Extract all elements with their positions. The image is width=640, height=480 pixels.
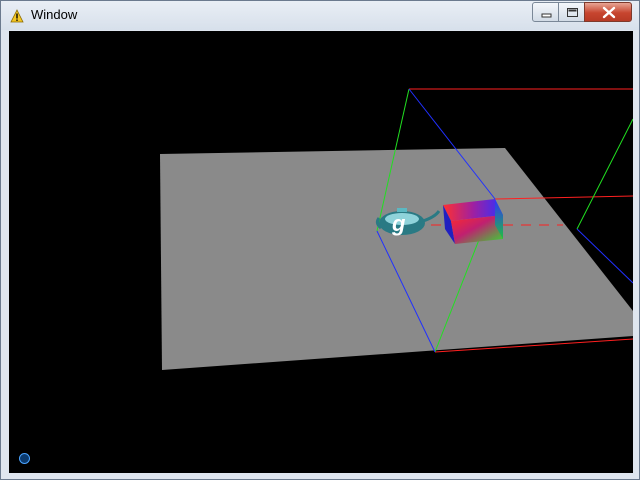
maximize-button[interactable] [558, 2, 585, 22]
render-viewport[interactable]: g [9, 31, 633, 473]
axis-line-green-right [576, 118, 633, 230]
app-window: Window g [0, 0, 640, 480]
rgb-cube [443, 199, 503, 244]
minimize-icon [541, 13, 552, 18]
window-title: Window [31, 7, 78, 22]
warning-icon [10, 9, 24, 23]
title-bar[interactable]: Window [1, 1, 639, 30]
close-button[interactable] [584, 2, 632, 22]
status-indicator [19, 453, 30, 464]
teapot-texture-label: g [391, 211, 406, 236]
ground-plane [160, 148, 633, 370]
minimize-button[interactable] [532, 2, 559, 22]
close-icon [602, 6, 616, 19]
maximize-icon [567, 8, 578, 17]
scene-canvas: g [160, 88, 633, 370]
